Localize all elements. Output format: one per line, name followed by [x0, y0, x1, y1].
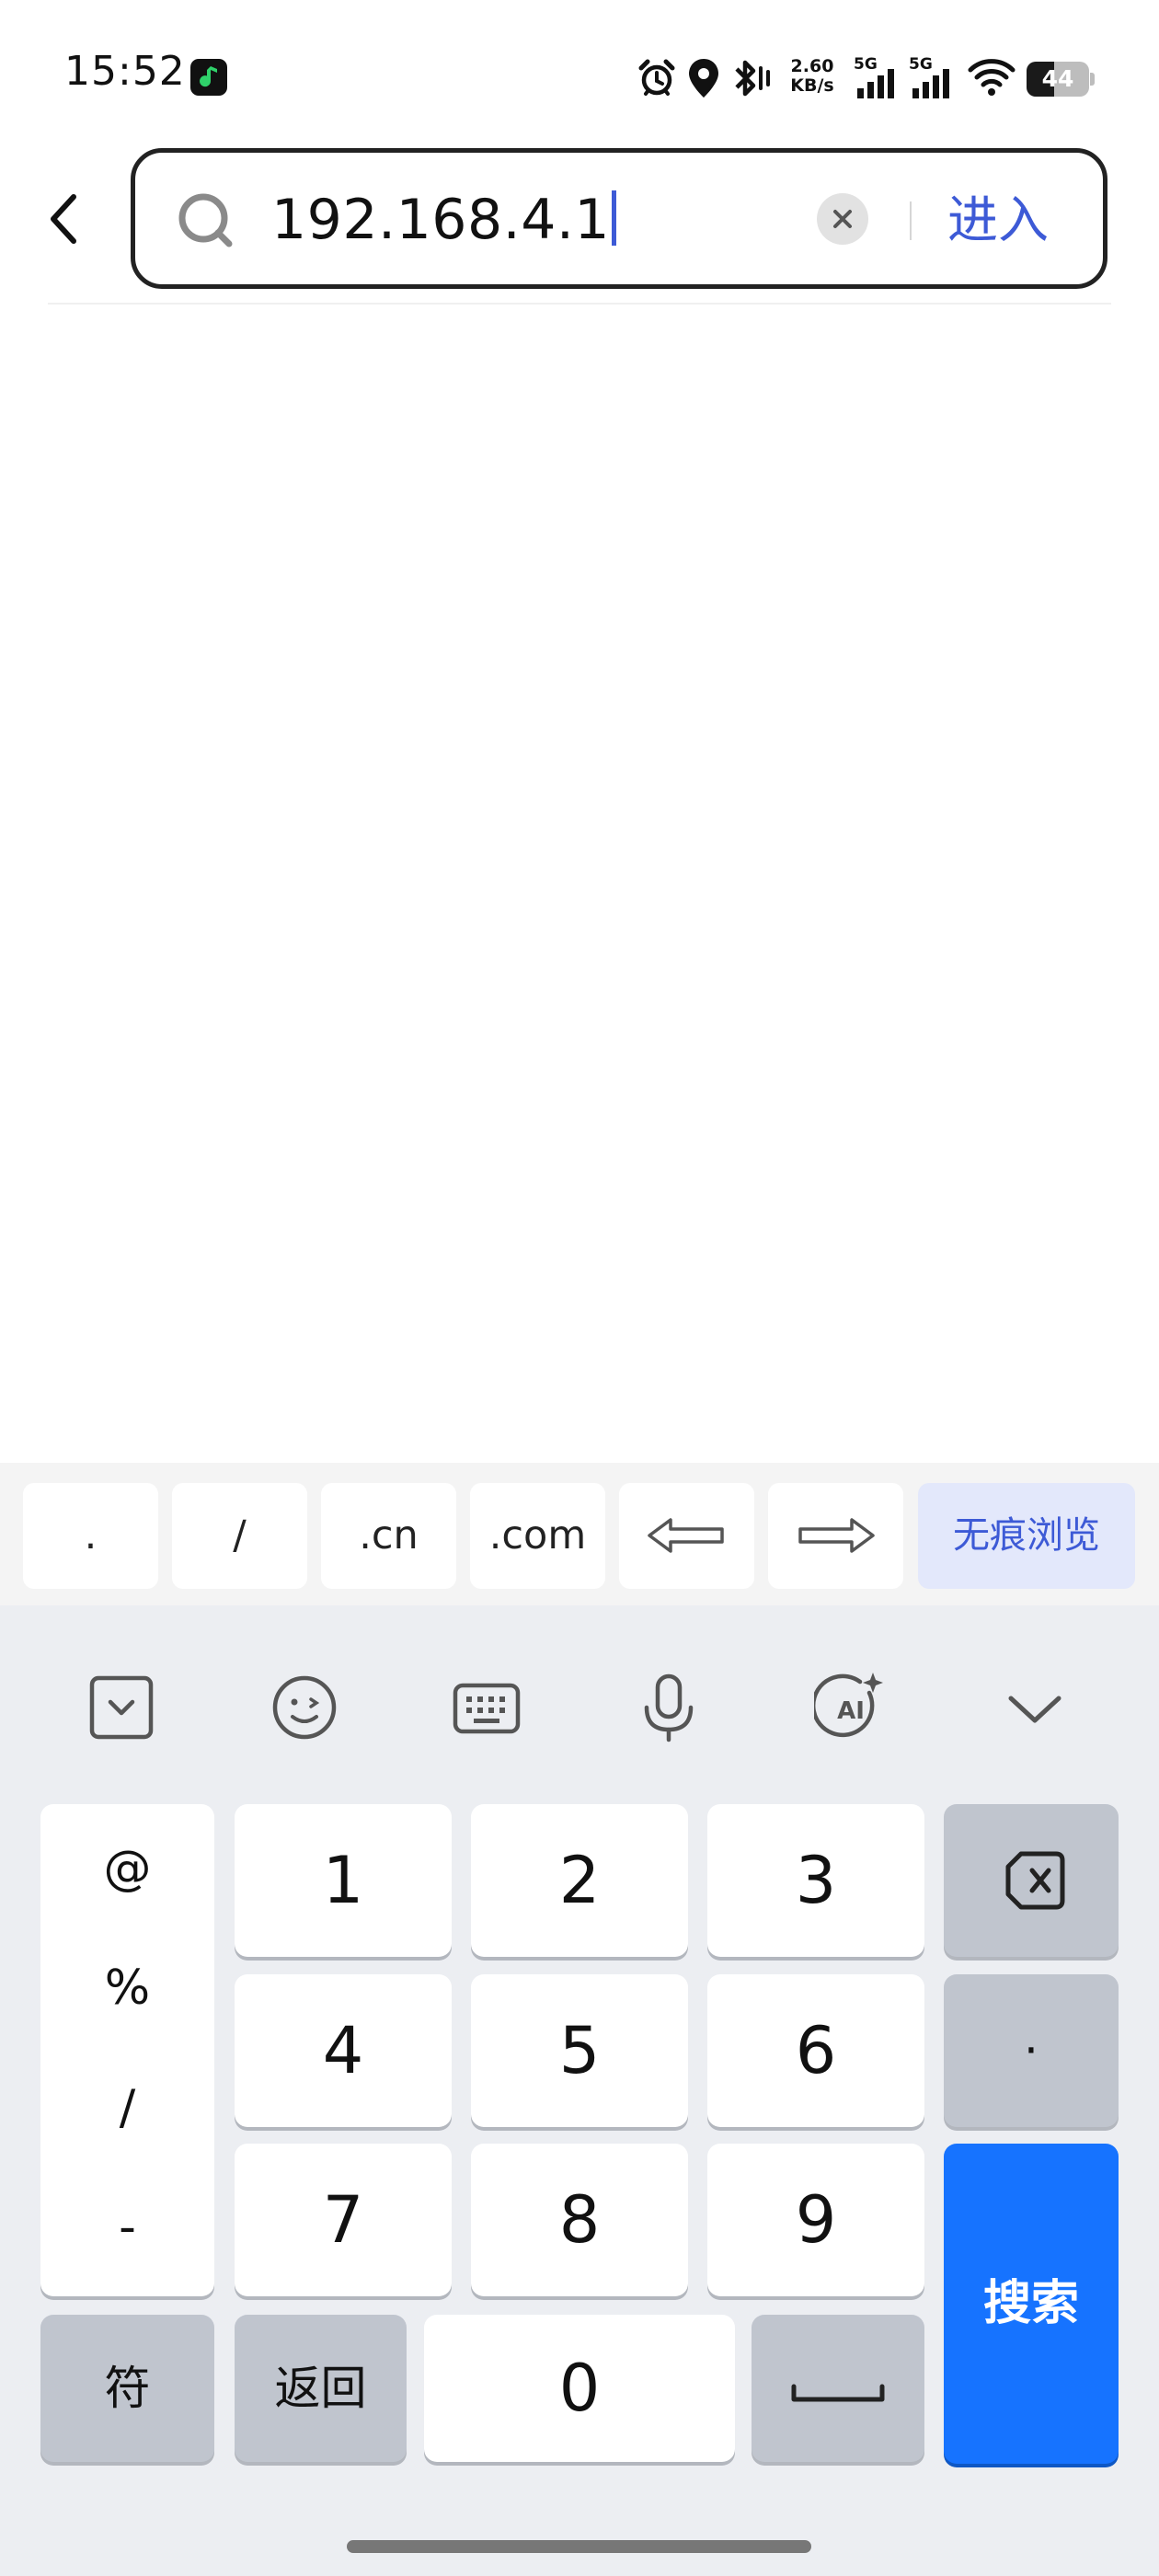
ai-icon[interactable]: AI — [810, 1671, 888, 1744]
cursor-right-button[interactable] — [768, 1483, 903, 1589]
wifi-icon — [968, 58, 1016, 97]
symbol-column[interactable]: @ % / - — [40, 1804, 214, 2296]
battery-icon: 44 — [1027, 62, 1095, 97]
key-6[interactable]: 6 — [707, 1974, 924, 2127]
location-icon — [687, 57, 720, 99]
network-speed: 2.60 KB/s — [790, 56, 834, 96]
collapse-box-icon[interactable] — [85, 1671, 158, 1744]
bluetooth-icon — [731, 57, 772, 99]
battery-level: 44 — [1041, 65, 1074, 92]
enter-button[interactable]: 进入 — [947, 184, 1049, 256]
cursor-left-button[interactable] — [619, 1483, 754, 1589]
close-icon — [833, 210, 852, 228]
key-2[interactable]: 2 — [471, 1804, 688, 1957]
search-key[interactable]: 搜索 — [944, 2144, 1119, 2464]
back-button[interactable] — [37, 184, 92, 254]
symbols-key[interactable]: 符 — [40, 2315, 214, 2462]
key-3[interactable]: 3 — [707, 1804, 924, 1957]
url-input[interactable]: 192.168.4.1 — [271, 185, 617, 255]
back-key[interactable]: 返回 — [235, 2315, 407, 2462]
search-icon — [175, 190, 237, 252]
arrow-right-icon — [798, 1518, 875, 1553]
clear-input-button[interactable] — [817, 193, 868, 245]
space-icon — [791, 2384, 885, 2402]
status-time: 15:52 — [64, 48, 186, 95]
incognito-button[interactable]: 无痕浏览 — [918, 1483, 1135, 1589]
hide-keyboard-icon[interactable] — [998, 1671, 1072, 1744]
quick-key-slash[interactable]: / — [172, 1483, 307, 1589]
space-key[interactable] — [752, 2315, 924, 2462]
backspace-icon — [1005, 1851, 1065, 1910]
key-1[interactable]: 1 — [235, 1804, 452, 1957]
keyboard-switch-icon[interactable] — [450, 1671, 523, 1744]
symbol-key-slash[interactable]: / — [40, 2080, 214, 2135]
key-8[interactable]: 8 — [471, 2144, 688, 2296]
microphone-icon[interactable] — [632, 1671, 706, 1744]
emoji-icon[interactable] — [268, 1671, 341, 1744]
home-indicator[interactable] — [347, 2540, 811, 2553]
quick-key-cn[interactable]: .cn — [321, 1483, 456, 1589]
quick-key-com[interactable]: .com — [470, 1483, 605, 1589]
backspace-button[interactable] — [944, 1804, 1119, 1957]
divider — [48, 303, 1111, 305]
divider — [910, 201, 912, 240]
alarm-icon — [637, 57, 676, 98]
key-7[interactable]: 7 — [235, 2144, 452, 2296]
symbol-key-at[interactable]: @ — [40, 1841, 214, 1896]
key-4[interactable]: 4 — [235, 1974, 452, 2127]
key-9[interactable]: 9 — [707, 2144, 924, 2296]
app-notification-icon — [190, 59, 227, 96]
arrow-left-icon — [648, 1518, 724, 1553]
svg-text:AI: AI — [837, 1697, 865, 1725]
key-5[interactable]: 5 — [471, 1974, 688, 2127]
symbol-key-minus[interactable]: - — [40, 2200, 214, 2255]
signal-icon — [854, 68, 900, 99]
quick-key-dot[interactable]: . — [23, 1483, 158, 1589]
key-0[interactable]: 0 — [424, 2315, 735, 2462]
signal-icon — [909, 68, 955, 99]
symbol-key-percent[interactable]: % — [40, 1961, 214, 2016]
dot-key[interactable]: · — [944, 1974, 1119, 2127]
text-caret — [612, 190, 617, 246]
